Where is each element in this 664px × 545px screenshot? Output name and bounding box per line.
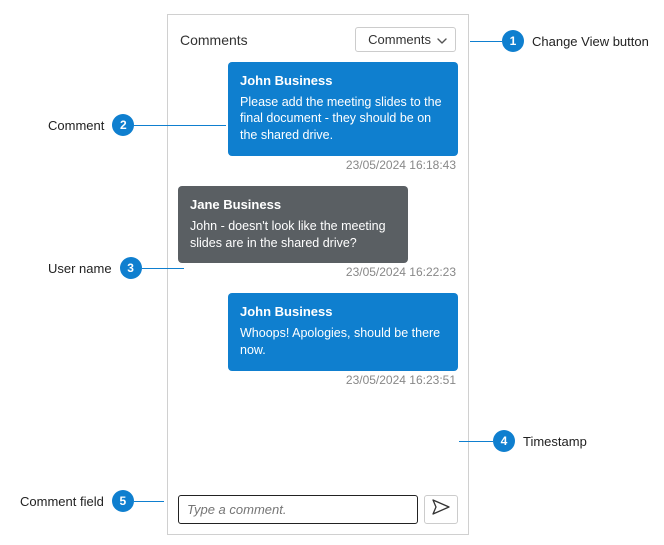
callout-1: 1 Change View button (470, 30, 649, 52)
callout-number: 3 (120, 257, 142, 279)
panel-title: Comments (180, 32, 248, 48)
comment-body: John - doesn't look like the meeting sli… (190, 218, 396, 252)
change-view-label: Comments (368, 32, 431, 47)
callout-4: 4 Timestamp (459, 430, 587, 452)
comment-body: Whoops! Apologies, should be there now. (240, 325, 446, 359)
callout-line (134, 501, 164, 502)
comment-timestamp: 23/05/2024 16:22:23 (346, 265, 456, 279)
comment-bubble: John Business Whoops! Apologies, should … (228, 293, 458, 370)
callout-5: Comment field 5 (20, 490, 164, 512)
comment-composer (178, 495, 458, 524)
comment: John Business Whoops! Apologies, should … (178, 293, 458, 394)
panel-header: Comments Comments (178, 23, 458, 62)
comment-body: Please add the meeting slides to the fin… (240, 94, 446, 145)
callout-2: Comment 2 (48, 114, 226, 136)
callout-line (459, 441, 493, 442)
comment: Jane Business John - doesn't look like t… (178, 186, 458, 287)
callout-3: User name 3 (48, 257, 184, 279)
callout-number: 5 (112, 490, 134, 512)
send-button[interactable] (424, 495, 458, 524)
comment-bubble: Jane Business John - doesn't look like t… (178, 186, 408, 263)
callout-line (142, 268, 184, 269)
comment-author: John Business (240, 303, 446, 321)
comment-bubble: John Business Please add the meeting sli… (228, 62, 458, 156)
callout-label: Change View button (532, 34, 649, 49)
comment-input[interactable] (178, 495, 418, 524)
callout-number: 4 (493, 430, 515, 452)
comment-timestamp: 23/05/2024 16:18:43 (346, 158, 456, 172)
comments-panel: Comments Comments John Business Please a… (167, 14, 469, 535)
callout-line (470, 41, 502, 42)
callout-label: User name (48, 261, 112, 276)
callout-number: 2 (112, 114, 134, 136)
callout-label: Comment (48, 118, 104, 133)
change-view-button[interactable]: Comments (355, 27, 456, 52)
callout-number: 1 (502, 30, 524, 52)
comment-timestamp: 23/05/2024 16:23:51 (346, 373, 456, 387)
callout-label: Timestamp (523, 434, 587, 449)
callout-line (134, 125, 226, 126)
comment-author: John Business (240, 72, 446, 90)
callout-label: Comment field (20, 494, 104, 509)
send-icon (432, 499, 450, 520)
comment-author: Jane Business (190, 196, 396, 214)
chevron-down-icon (437, 32, 447, 47)
